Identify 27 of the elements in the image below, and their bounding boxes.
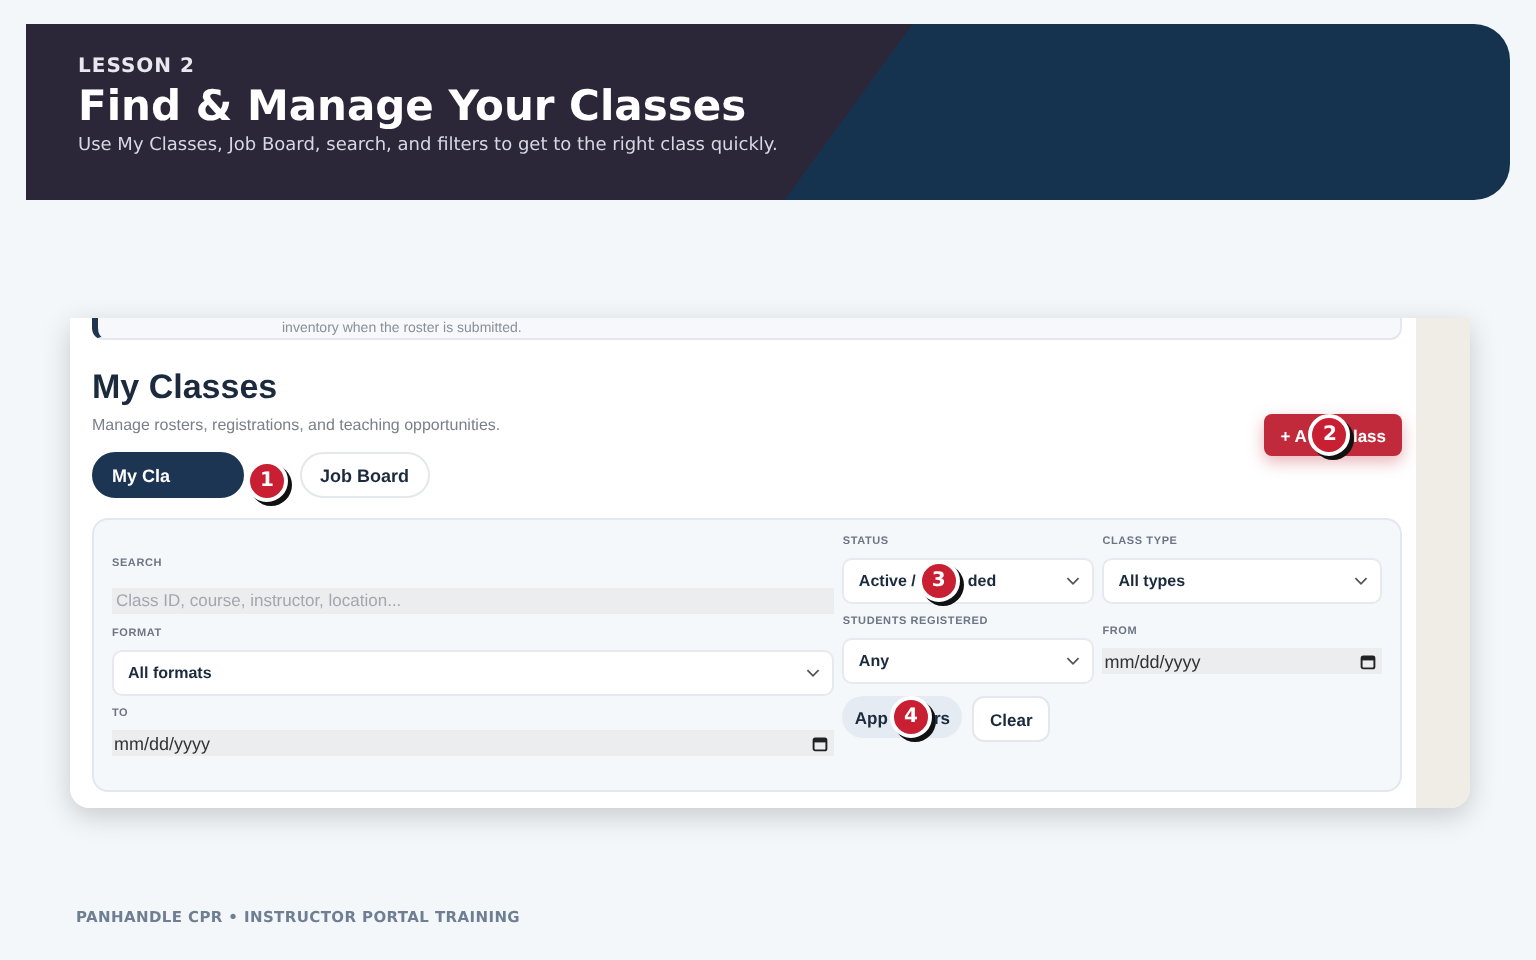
calendar-icon [1360, 653, 1376, 669]
dropdown[interactable]: All formats [112, 650, 835, 696]
lesson-subtitle: Use My Classes, Job Board, search, and filters to get to the right class quickly. [78, 136, 780, 156]
step-badge: 1 [246, 460, 289, 502]
chevron-down-icon [1354, 576, 1368, 586]
search-field[interactable]: Class ID, course, instructor, location... [112, 587, 835, 613]
dropdown[interactable]: Active / 3 ded [842, 558, 1095, 604]
dropdown[interactable]: Any [842, 638, 1095, 684]
page-heading: My Classes [92, 368, 280, 408]
lesson-title: Find & Manage Your Classes [78, 82, 749, 130]
dropdown[interactable]: All types [1102, 558, 1382, 604]
date-field[interactable]: mm/dd/yyyy [1102, 648, 1382, 674]
calendar-icon [812, 735, 829, 751]
add-class-button[interactable]: + A 2 lass [1264, 414, 1402, 456]
chevron-down-icon [1066, 576, 1081, 586]
step-badge: 4 [889, 696, 932, 738]
tab[interactable]: Job Board [300, 452, 430, 498]
step-badge: 2 [1308, 414, 1351, 456]
apply-filters-button[interactable]: App 4 rs [842, 696, 962, 738]
tab[interactable]: My Cla [92, 452, 245, 498]
lesson-label: LESSON 2 [78, 56, 197, 78]
step-badge: 3 [917, 560, 960, 602]
chevron-down-icon [1066, 656, 1081, 666]
page-description: Manage rosters, registrations, and teaching opportunities. [92, 416, 501, 434]
clear-button[interactable]: Clear [972, 696, 1051, 742]
chevron-down-icon [806, 668, 821, 678]
date-field[interactable]: mm/dd/yyyy [112, 730, 835, 756]
